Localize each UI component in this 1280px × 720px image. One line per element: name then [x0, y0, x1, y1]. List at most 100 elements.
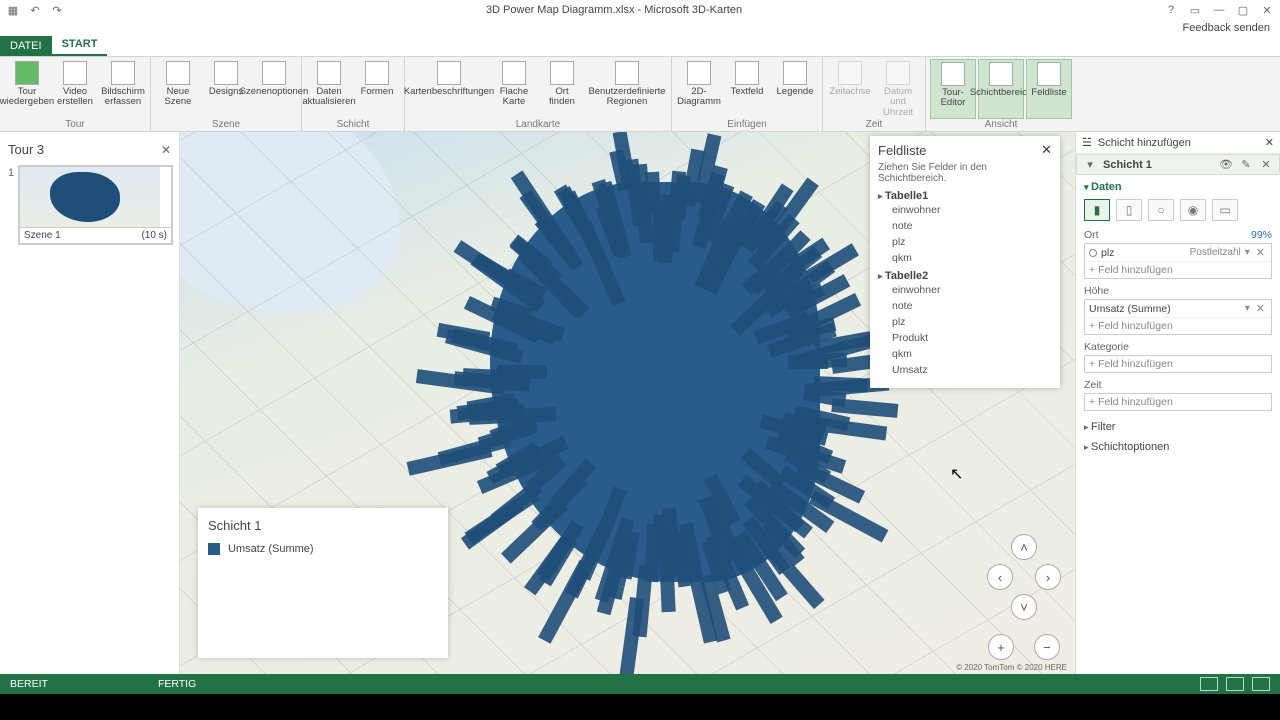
- field-item[interactable]: einwohner: [878, 282, 1052, 298]
- fieldlist-close-icon[interactable]: ✕: [1041, 142, 1052, 158]
- flat-map-button[interactable]: FlacheKarte: [491, 59, 537, 119]
- status-bar: BEREIT FERTIG: [0, 674, 1280, 694]
- zoom-in-button[interactable]: +: [988, 634, 1014, 660]
- view-icon[interactable]: [1226, 677, 1244, 691]
- viz-heatmap[interactable]: ◉: [1180, 199, 1206, 221]
- feedback-link[interactable]: Feedback senden: [0, 20, 1280, 34]
- fieldlist-title: Feldliste: [878, 143, 926, 158]
- map-legend[interactable]: Schicht 1 Umsatz (Summe): [198, 508, 448, 658]
- status-done: FERTIG: [158, 678, 196, 690]
- ribbon: Tourwiedergeben Videoerstellen Bildschir…: [0, 56, 1280, 132]
- field-item[interactable]: plz: [878, 234, 1052, 250]
- view-icon[interactable]: [1200, 677, 1218, 691]
- delete-layer-icon[interactable]: ✕: [1259, 158, 1273, 171]
- location-label: Ort: [1084, 229, 1099, 241]
- tour-editor-pane: Tour 3 ✕ 1 Szene 1 (10 s): [0, 132, 180, 674]
- close-icon[interactable]: ✕: [1260, 3, 1274, 17]
- 2d-chart-button[interactable]: 2D-Diagramm: [676, 59, 722, 119]
- zoom-out-button[interactable]: −: [1034, 634, 1060, 660]
- scene-thumbnail[interactable]: 1 Szene 1 (10 s): [18, 165, 173, 245]
- ribbon-group-view: Tour-Editor Schichtbereich Feldliste Ans…: [926, 57, 1076, 131]
- map-attribution: © 2020 TomTom © 2020 HERE: [956, 663, 1067, 672]
- add-location-field[interactable]: Feld hinzufügen: [1085, 262, 1271, 278]
- layer-pane-toggle[interactable]: Schichtbereich: [978, 59, 1024, 119]
- help-icon[interactable]: ?: [1164, 3, 1178, 17]
- textbox-button[interactable]: Textfeld: [724, 59, 770, 119]
- field-item[interactable]: Umsatz: [878, 362, 1052, 378]
- status-ready: BEREIT: [10, 678, 48, 690]
- tab-file[interactable]: DATEI: [0, 36, 52, 56]
- viz-stacked-column[interactable]: ▮: [1084, 199, 1110, 221]
- map-labels-button[interactable]: Kartenbeschriftungen: [409, 59, 489, 119]
- add-time-field[interactable]: Feld hinzufügen: [1085, 394, 1271, 410]
- rotate-right-button[interactable]: ›: [1035, 564, 1061, 590]
- field-item[interactable]: qkm: [878, 250, 1052, 266]
- title-bar: ▦ ↶ ↷ 3D Power Map Diagramm.xlsx - Micro…: [0, 0, 1280, 20]
- close-tour-pane-icon[interactable]: ✕: [161, 143, 171, 157]
- category-label: Kategorie: [1084, 341, 1129, 353]
- field-item[interactable]: Produkt: [878, 330, 1052, 346]
- create-video-button[interactable]: Videoerstellen: [52, 59, 98, 119]
- add-layer-button[interactable]: ☱ Schicht hinzufügen: [1082, 136, 1265, 149]
- section-layer-options[interactable]: Schichtoptionen: [1076, 437, 1280, 457]
- field-item[interactable]: note: [878, 298, 1052, 314]
- minimize-icon[interactable]: —: [1212, 3, 1226, 17]
- visibility-icon[interactable]: 👁: [1219, 158, 1233, 171]
- viz-clustered-column[interactable]: ▯: [1116, 199, 1142, 221]
- capture-screen-button[interactable]: Bildschirmerfassen: [100, 59, 146, 119]
- add-category-field[interactable]: Feld hinzufügen: [1085, 356, 1271, 372]
- ribbon-options-icon[interactable]: ▭: [1188, 3, 1202, 17]
- field-item[interactable]: einwohner: [878, 202, 1052, 218]
- refresh-data-button[interactable]: Datenaktualisieren: [306, 59, 352, 119]
- maximize-icon[interactable]: ▢: [1236, 3, 1250, 17]
- location-fieldbox: plz Postleitzahl ▾ ✕ Feld hinzufügen: [1084, 243, 1272, 279]
- height-field[interactable]: Umsatz (Summe) ▾ ✕: [1085, 300, 1271, 318]
- field-item[interactable]: qkm: [878, 346, 1052, 362]
- custom-regions-button[interactable]: BenutzerdefinierteRegionen: [587, 59, 667, 119]
- section-data[interactable]: Daten: [1084, 181, 1272, 193]
- fieldlist-toggle[interactable]: Feldliste: [1026, 59, 1072, 119]
- field-item[interactable]: note: [878, 218, 1052, 234]
- ribbon-group-time: Zeitachse Datum undUhrzeit Zeit: [823, 57, 926, 131]
- date-time-button: Datum undUhrzeit: [875, 59, 921, 119]
- app-icon: ▦: [6, 3, 20, 17]
- fieldlist-panel[interactable]: Feldliste ✕ Ziehen Sie Felder in den Sch…: [870, 136, 1060, 388]
- remove-field-icon[interactable]: ✕: [1254, 302, 1267, 315]
- tilt-down-button[interactable]: ˅: [1011, 594, 1037, 620]
- ribbon-group-scene: NeueSzene Designs Szenenoptionen Szene: [151, 57, 302, 131]
- scene-options-button[interactable]: Szenenoptionen: [251, 59, 297, 119]
- fieldlist-desc: Ziehen Sie Felder in den Schichtbereich.: [878, 162, 1052, 184]
- shapes-button[interactable]: Formen: [354, 59, 400, 119]
- letterbox: [0, 694, 1280, 720]
- map-canvas[interactable]: Schicht 1 Umsatz (Summe) ˄ ‹ › ˅ + − © 2…: [180, 132, 1075, 674]
- new-scene-button[interactable]: NeueSzene: [155, 59, 201, 119]
- legend-item: Umsatz (Summe): [228, 543, 314, 555]
- viz-region[interactable]: ▭: [1212, 199, 1238, 221]
- remove-field-icon[interactable]: ✕: [1254, 246, 1267, 259]
- undo-icon[interactable]: ↶: [28, 3, 42, 17]
- layer-header[interactable]: ▾ Schicht 1 👁 ✎ ✕: [1076, 154, 1280, 175]
- find-location-button[interactable]: Ortfinden: [539, 59, 585, 119]
- geocode-pct[interactable]: 99%: [1251, 229, 1272, 241]
- edit-icon[interactable]: ✎: [1239, 158, 1253, 171]
- field-item[interactable]: plz: [878, 314, 1052, 330]
- play-tour-button[interactable]: Tourwiedergeben: [4, 59, 50, 119]
- rotate-left-button[interactable]: ‹: [987, 564, 1013, 590]
- view-icon[interactable]: [1252, 677, 1270, 691]
- section-filter[interactable]: Filter: [1076, 417, 1280, 437]
- redo-icon[interactable]: ↷: [50, 3, 64, 17]
- viz-bubble[interactable]: ○: [1148, 199, 1174, 221]
- ribbon-group-layer: Datenaktualisieren Formen Schicht: [302, 57, 405, 131]
- window-title: 3D Power Map Diagramm.xlsx - Microsoft 3…: [64, 4, 1164, 16]
- location-field[interactable]: plz Postleitzahl ▾ ✕: [1085, 244, 1271, 262]
- table1-header[interactable]: Tabelle1: [878, 190, 1052, 202]
- tab-start[interactable]: START: [52, 34, 108, 56]
- add-height-field[interactable]: Feld hinzufügen: [1085, 318, 1271, 334]
- time-label: Zeit: [1084, 379, 1102, 391]
- table2-header[interactable]: Tabelle2: [878, 270, 1052, 282]
- tilt-up-button[interactable]: ˄: [1011, 534, 1037, 560]
- layer-pane-close-icon[interactable]: ✕: [1265, 136, 1274, 149]
- height-fieldbox: Umsatz (Summe) ▾ ✕ Feld hinzufügen: [1084, 299, 1272, 335]
- legend-title: Schicht 1: [208, 518, 438, 533]
- legend-button[interactable]: Legende: [772, 59, 818, 119]
